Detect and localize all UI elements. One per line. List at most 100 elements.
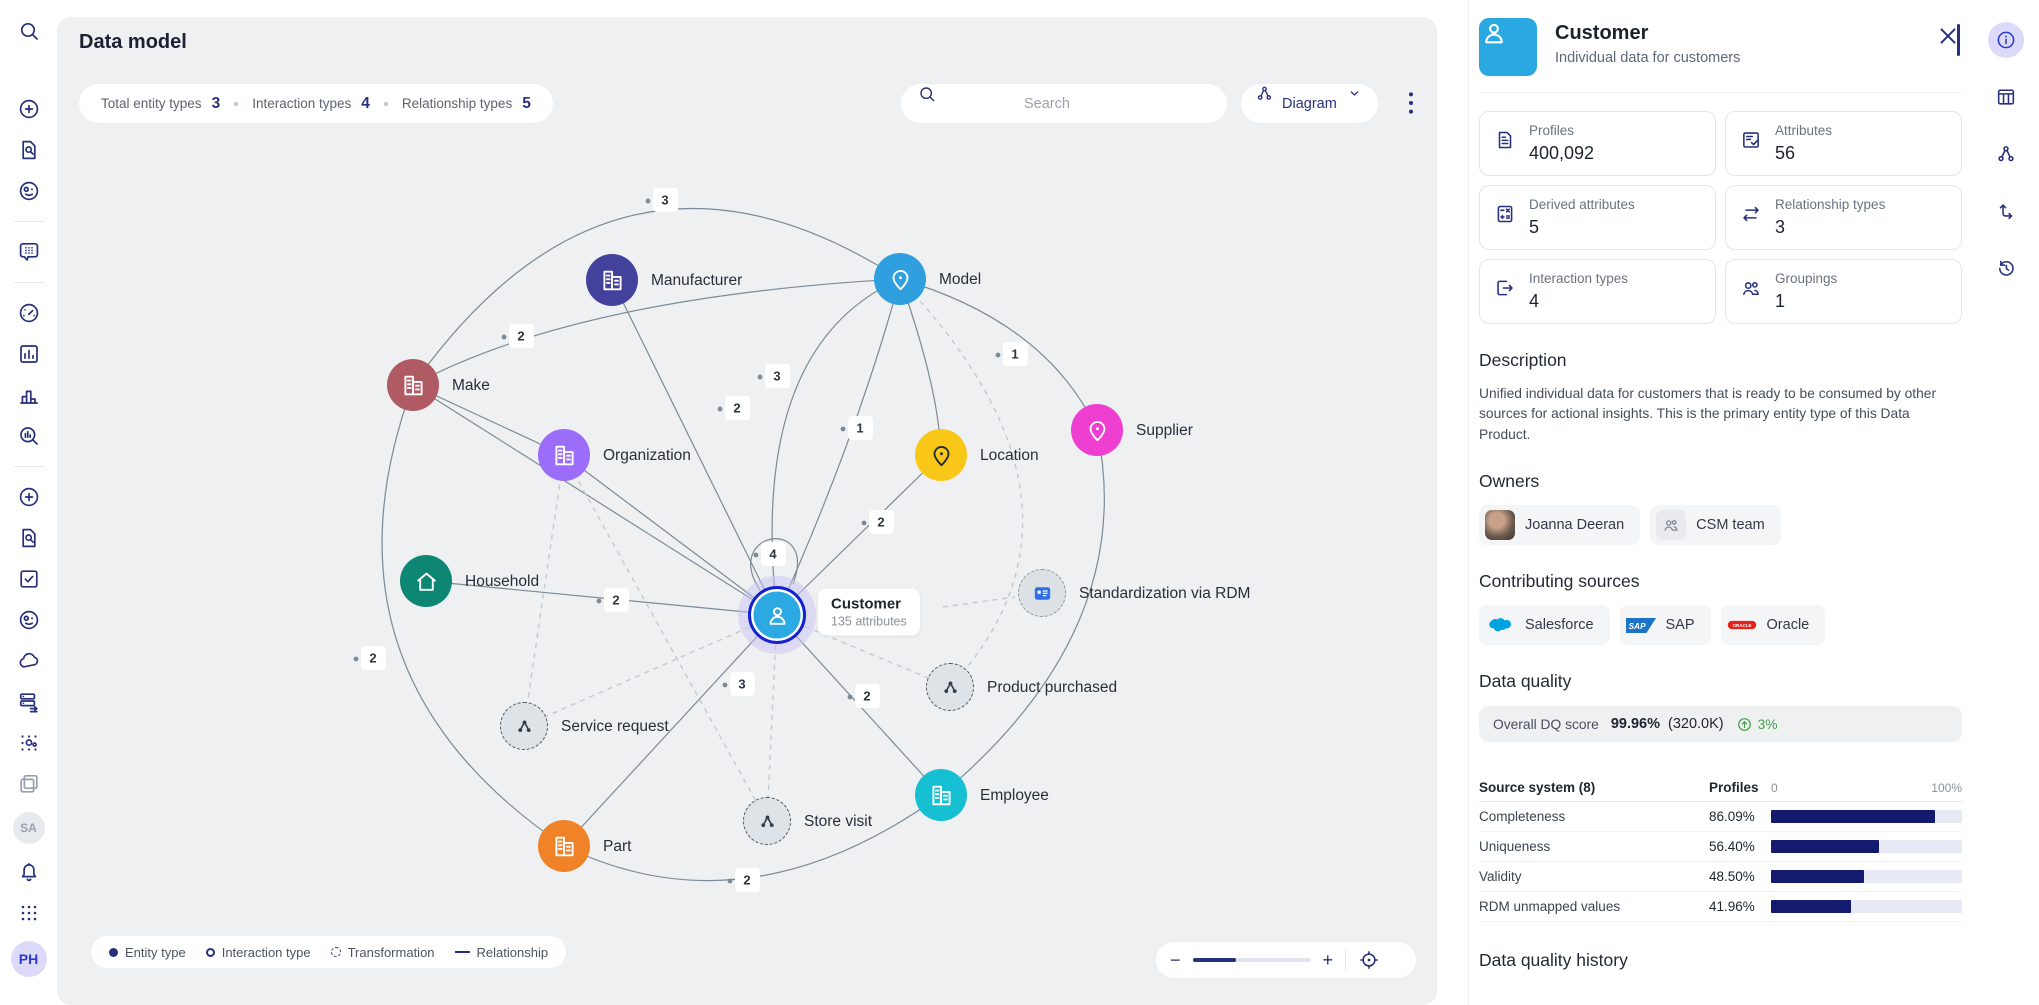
source-chip-salesforce[interactable]: Salesforce [1479,605,1610,645]
swap-icon [1995,200,2017,222]
chat-icon [17,240,41,264]
graph-node-manufacturer[interactable] [586,254,638,306]
sidebar-item-workspaces[interactable] [16,771,42,797]
bar-fill [1771,870,1864,883]
graph-edge [426,581,777,615]
legend-item-transformation: Transformation [331,945,435,960]
share3-icon [756,810,779,833]
legend-label: Transformation [348,945,435,960]
stat-card-profiles[interactable]: Profiles 400,092 [1479,111,1716,176]
graph-node-part[interactable] [538,820,590,872]
owner-chip-joanna-deeran[interactable]: Joanna Deeran [1479,505,1640,545]
sidebar-item-app-switcher[interactable] [16,900,42,926]
bar-track [1771,900,1962,913]
sidebar-avatar-workspace-sa[interactable]: SA [13,812,45,844]
graph-edge [564,455,777,615]
graph-node-rdm[interactable] [1018,569,1066,617]
graph-node-customer[interactable] [748,586,806,644]
panel-tab-transformations[interactable] [1988,193,2024,229]
graph-node-organization[interactable] [538,429,590,481]
graph-edge [941,430,1104,795]
source-chip-oracle[interactable]: ORACLEOracle [1721,605,1826,645]
stat-card-groupings[interactable]: Groupings 1 [1725,259,1962,324]
data-model-canvas[interactable]: Data model Total entity types3Interactio… [57,17,1437,1005]
sidebar-divider [14,282,44,283]
graph-node-employee[interactable] [915,769,967,821]
sources-heading: Contributing sources [1479,571,1962,592]
panel-tab-table-view[interactable] [1988,79,2024,115]
sidebar-item-personas[interactable] [16,607,42,633]
chart-search-icon [17,424,41,448]
graph-node-store[interactable] [743,797,791,845]
list-check-icon [1740,126,1762,148]
edge-count-value: 3 [661,193,668,208]
sidebar-item-automation[interactable] [16,730,42,756]
graph-edge [413,209,900,385]
scale-min: 0 [1771,781,1778,795]
graph-node-product[interactable] [926,663,974,711]
sidebar-item-add-record[interactable] [16,484,42,510]
legend-label: Entity type [125,945,186,960]
sidebar-item-integrations[interactable] [16,689,42,715]
graph-edge-dashed [524,615,777,726]
stat-card-derived-attributes[interactable]: Derived attributes 5 [1479,185,1716,250]
sidebar-item-search[interactable] [16,18,42,44]
sidebar-item-assistant[interactable] [16,239,42,265]
graph-legend: Entity type Interaction type Transformatio… [90,935,567,969]
doc-icon [1494,126,1516,148]
graph-node-location[interactable] [915,429,967,481]
source-name: Salesforce [1525,617,1594,633]
stat-card-interaction-types[interactable]: Interaction types 4 [1479,259,1716,324]
sidebar-item-notifications[interactable] [16,859,42,885]
sidebar-item-create[interactable] [16,96,42,122]
oracle-logo-icon: ORACLE [1727,610,1757,640]
sidebar-item-tasks[interactable] [16,566,42,592]
source-chip-sap[interactable]: SAPSAP [1620,605,1711,645]
owner-chip-csm-team[interactable]: CSM team [1650,505,1781,545]
metric-value: 86.09% [1709,809,1771,824]
stat-card-relationship-types[interactable]: Relationship types 3 [1725,185,1962,250]
edge-count-value: 3 [738,677,745,692]
graph-edge [777,455,941,615]
legend-item-interaction-type: Interaction type [206,945,311,960]
panel-tab-history[interactable] [1988,250,2024,286]
zoom-slider[interactable] [1193,958,1311,962]
panel-tab-graph-view[interactable] [1988,136,2024,172]
table-header-row: Source system (8) Profiles 0 100% [1479,768,1962,802]
recenter-button[interactable] [1358,949,1380,971]
graph-node-supplier[interactable] [1071,404,1123,456]
table-row-rdm-unmapped-values: RDM unmapped values 41.96% [1479,892,1962,922]
edge-count-value: 2 [743,873,750,888]
graph-node-model[interactable] [874,253,926,305]
sidebar-item-cloud[interactable] [16,648,42,674]
bar-track [1771,810,1962,823]
sidebar-avatar-user-ph[interactable]: PH [11,941,47,977]
zoom-in-button[interactable]: + [1323,951,1334,969]
sidebar-item-profile-search[interactable] [16,137,42,163]
panel-tab-details[interactable] [1988,22,2024,58]
graph-edges: 3232112422322 [57,17,1437,1005]
graph-node-household[interactable] [400,555,452,607]
stat-card-attributes[interactable]: Attributes 56 [1725,111,1962,176]
bell-icon [17,860,41,884]
sidebar-item-match-monitor[interactable] [16,178,42,204]
sidebar-divider [14,466,44,467]
sidebar-item-analytics[interactable] [16,382,42,408]
graph-node-make[interactable] [387,359,439,411]
bar-fill [1771,810,1935,823]
panel-header: Customer Individual data for customers [1479,18,1962,93]
graph-edge [772,279,900,615]
sidebar-item-data-insights[interactable] [16,423,42,449]
dq-score-value: 99.96% [1611,716,1660,732]
sidebar-item-reports[interactable] [16,341,42,367]
graph-edge-dashed [564,455,767,821]
graph-edge-dashed [900,279,1023,687]
sidebar-item-dashboard[interactable] [16,300,42,326]
edge-arrow-dot [354,657,359,662]
sidebar-item-search-records[interactable] [16,525,42,551]
zoom-out-button[interactable]: − [1170,951,1181,969]
pin-icon [887,266,914,293]
source-name: SAP [1666,617,1695,633]
gauge-icon [17,301,41,325]
graph-node-service[interactable] [500,702,548,750]
